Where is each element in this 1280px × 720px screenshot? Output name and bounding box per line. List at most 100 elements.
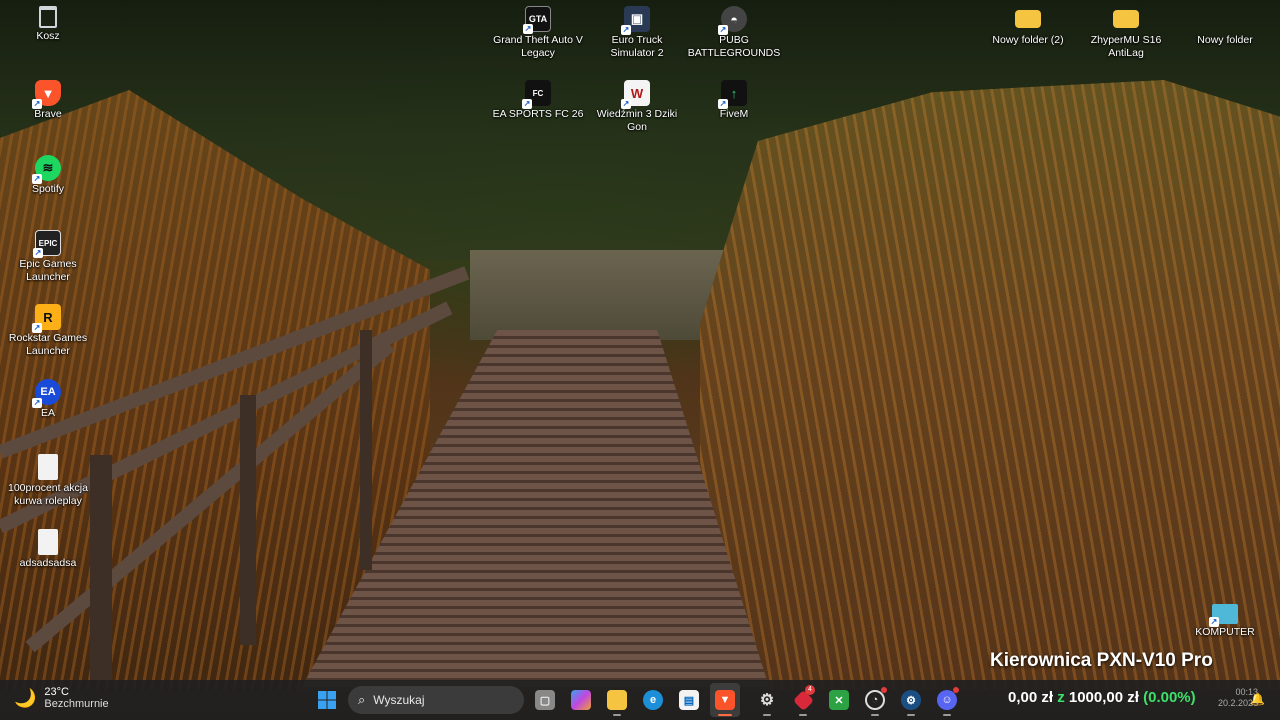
shortcut-arrow-icon: ↗: [33, 248, 43, 258]
moon-icon: 🌙: [14, 687, 37, 708]
active-indicator: [718, 714, 732, 716]
desktop-icon-file-roleplay[interactable]: 100procent akcja kurwa roleplay: [0, 454, 96, 508]
desktop-icon-brave[interactable]: ▼ ↗ Brave: [0, 80, 96, 121]
donation-goal-overlay: 0,00 zł z 1000,00 zł (0.00%): [1008, 689, 1196, 706]
wallpaper-post: [240, 395, 256, 645]
shortcut-arrow-icon: ↗: [1209, 617, 1219, 627]
shortcut-arrow-icon: ↗: [718, 25, 728, 35]
desktop-icon-zhypermu[interactable]: ZhyperMU S16 AntiLag: [1078, 6, 1174, 60]
shortcut-arrow-icon: ↗: [621, 25, 631, 35]
search-placeholder: Wyszukaj: [373, 693, 425, 707]
desktop-icon-epic-games[interactable]: EPIC ↗ Epic Games Launcher: [0, 230, 96, 284]
running-indicator: [943, 714, 951, 716]
taskbar-settings[interactable]: ⚙: [752, 683, 782, 717]
running-indicator: [799, 714, 807, 716]
shortcut-arrow-icon: ↗: [718, 99, 728, 109]
running-indicator: [763, 714, 771, 716]
folder-icon: [1015, 10, 1041, 28]
taskbar-edge[interactable]: e: [638, 683, 668, 717]
recycle-bin-icon: [39, 6, 57, 28]
shortcut-arrow-icon: ↗: [32, 398, 42, 408]
running-indicator: [613, 714, 621, 716]
taskbar-brave[interactable]: ▼: [710, 683, 740, 717]
xbox-icon: ✕: [829, 690, 849, 710]
gauge-icon: ◔: [865, 690, 885, 710]
weather-temp: 23°C: [44, 686, 69, 698]
desktop-icon-komputer[interactable]: ↗ KOMPUTER: [1176, 604, 1274, 639]
start-button[interactable]: [312, 683, 342, 717]
ets2-icon: ▣ ↗: [621, 6, 650, 35]
taskbar-copilot[interactable]: [566, 683, 596, 717]
desktop-icon-ets2[interactable]: ▣ ↗ Euro Truck Simulator 2: [589, 6, 685, 60]
spotify-icon: ≋ ↗: [32, 155, 61, 184]
desktop-icon-nowy-folder-2[interactable]: Nowy folder (2): [980, 6, 1076, 47]
taskbar-discord[interactable]: ☺: [932, 683, 962, 717]
computer-icon: ↗: [1209, 604, 1238, 627]
folder-icon: [1113, 10, 1139, 28]
shortcut-arrow-icon: ↗: [523, 24, 533, 34]
steam-icon: ⚙: [901, 690, 921, 710]
shortcut-arrow-icon: ↗: [32, 174, 42, 184]
task-view-icon: ▢: [535, 690, 555, 710]
taskbar-center: ⌕ Wyszukaj ▢ e ▤ ▼ ⚙ 4 ✕ ◔ ⚙ ☺: [312, 683, 962, 717]
copilot-icon: [571, 690, 591, 710]
file-icon: [38, 529, 58, 555]
search-box[interactable]: ⌕ Wyszukaj: [348, 686, 524, 714]
shortcut-arrow-icon: ↗: [522, 99, 532, 109]
witcher-icon: W ↗: [621, 80, 650, 109]
donation-amount: 0,00 zł: [1008, 689, 1054, 706]
donation-sep: z: [1057, 689, 1065, 706]
taskbar-store[interactable]: ▤: [674, 683, 704, 717]
folder-icon: [607, 690, 627, 710]
file-icon: [38, 454, 58, 480]
weather-condition: Bezchmurnie: [44, 698, 109, 710]
fivem-icon: ↑ ↗: [718, 80, 747, 109]
desktop-icon-witcher[interactable]: W ↗ Wiedźmin 3 Dziki Gon: [589, 80, 685, 134]
desktop-icon-file-adsadsadsa[interactable]: adsadsadsa: [0, 529, 96, 570]
taskbar-xbox[interactable]: ✕: [824, 683, 854, 717]
rockstar-icon: R ↗: [32, 304, 61, 333]
shortcut-arrow-icon: ↗: [32, 323, 42, 333]
desktop-icon-spotify[interactable]: ≋ ↗ Spotify: [0, 155, 96, 196]
notification-badge: 4: [805, 685, 815, 695]
taskbar-steam[interactable]: ⚙: [896, 683, 926, 717]
store-icon: ▤: [679, 690, 699, 710]
folder-icon: [1212, 10, 1238, 28]
status-dot: [881, 687, 887, 693]
search-icon: ⌕: [358, 692, 366, 707]
taskbar-task-view[interactable]: ▢: [530, 683, 560, 717]
desktop-icon-fivem[interactable]: ↑ ↗ FiveM: [686, 80, 782, 121]
donation-percent: (0.00%): [1143, 689, 1196, 706]
desktop-icon-pubg[interactable]: ◓ ↗ PUBG BATTLEGROUNDS: [686, 6, 782, 60]
epic-games-icon: EPIC ↗: [33, 230, 61, 258]
wallpaper-post: [360, 330, 372, 570]
taskbar-gauge[interactable]: ◔: [860, 683, 890, 717]
gear-icon: ⚙: [759, 692, 775, 709]
notification-bell-icon[interactable]: 🔔: [1250, 692, 1265, 706]
running-indicator: [907, 714, 915, 716]
shortcut-arrow-icon: ↗: [621, 99, 631, 109]
wallpaper-lake: [470, 250, 740, 340]
desktop-icon-rockstar[interactable]: R ↗ Rockstar Games Launcher: [0, 304, 96, 358]
taskbar-diamond-app[interactable]: 4: [788, 683, 818, 717]
windows-icon: [318, 691, 336, 709]
gta-icon: GTA ↗: [523, 6, 551, 34]
pubg-icon: ◓ ↗: [718, 6, 747, 35]
edge-icon: e: [643, 690, 663, 710]
desktop-icon-fc26[interactable]: FC ↗ EA SPORTS FC 26: [490, 80, 586, 121]
taskbar-file-explorer[interactable]: [602, 683, 632, 717]
desktop-icon-recycle-bin[interactable]: Kosz: [0, 6, 96, 43]
brave-icon: ▼ ↗: [32, 80, 61, 109]
desktop-icon-nowy-folder[interactable]: Nowy folder: [1176, 6, 1274, 47]
shortcut-arrow-icon: ↗: [32, 99, 42, 109]
donation-goal: 1000,00 zł: [1068, 689, 1139, 706]
fc26-icon: FC ↗: [522, 80, 551, 109]
discord-icon: ☺: [937, 690, 957, 710]
status-dot: [953, 687, 959, 693]
overlay-title: Kierownica PXN-V10 Pro: [990, 650, 1213, 671]
desktop-icon-ea[interactable]: EA ↗ EA: [0, 379, 96, 420]
ea-icon: EA ↗: [32, 379, 61, 408]
wallpaper-reeds-right: [700, 80, 1280, 690]
desktop-icon-gta[interactable]: GTA ↗ Grand Theft Auto V Legacy: [490, 6, 586, 60]
weather-widget[interactable]: 🌙 23°C Bezchmurnie: [14, 686, 109, 710]
